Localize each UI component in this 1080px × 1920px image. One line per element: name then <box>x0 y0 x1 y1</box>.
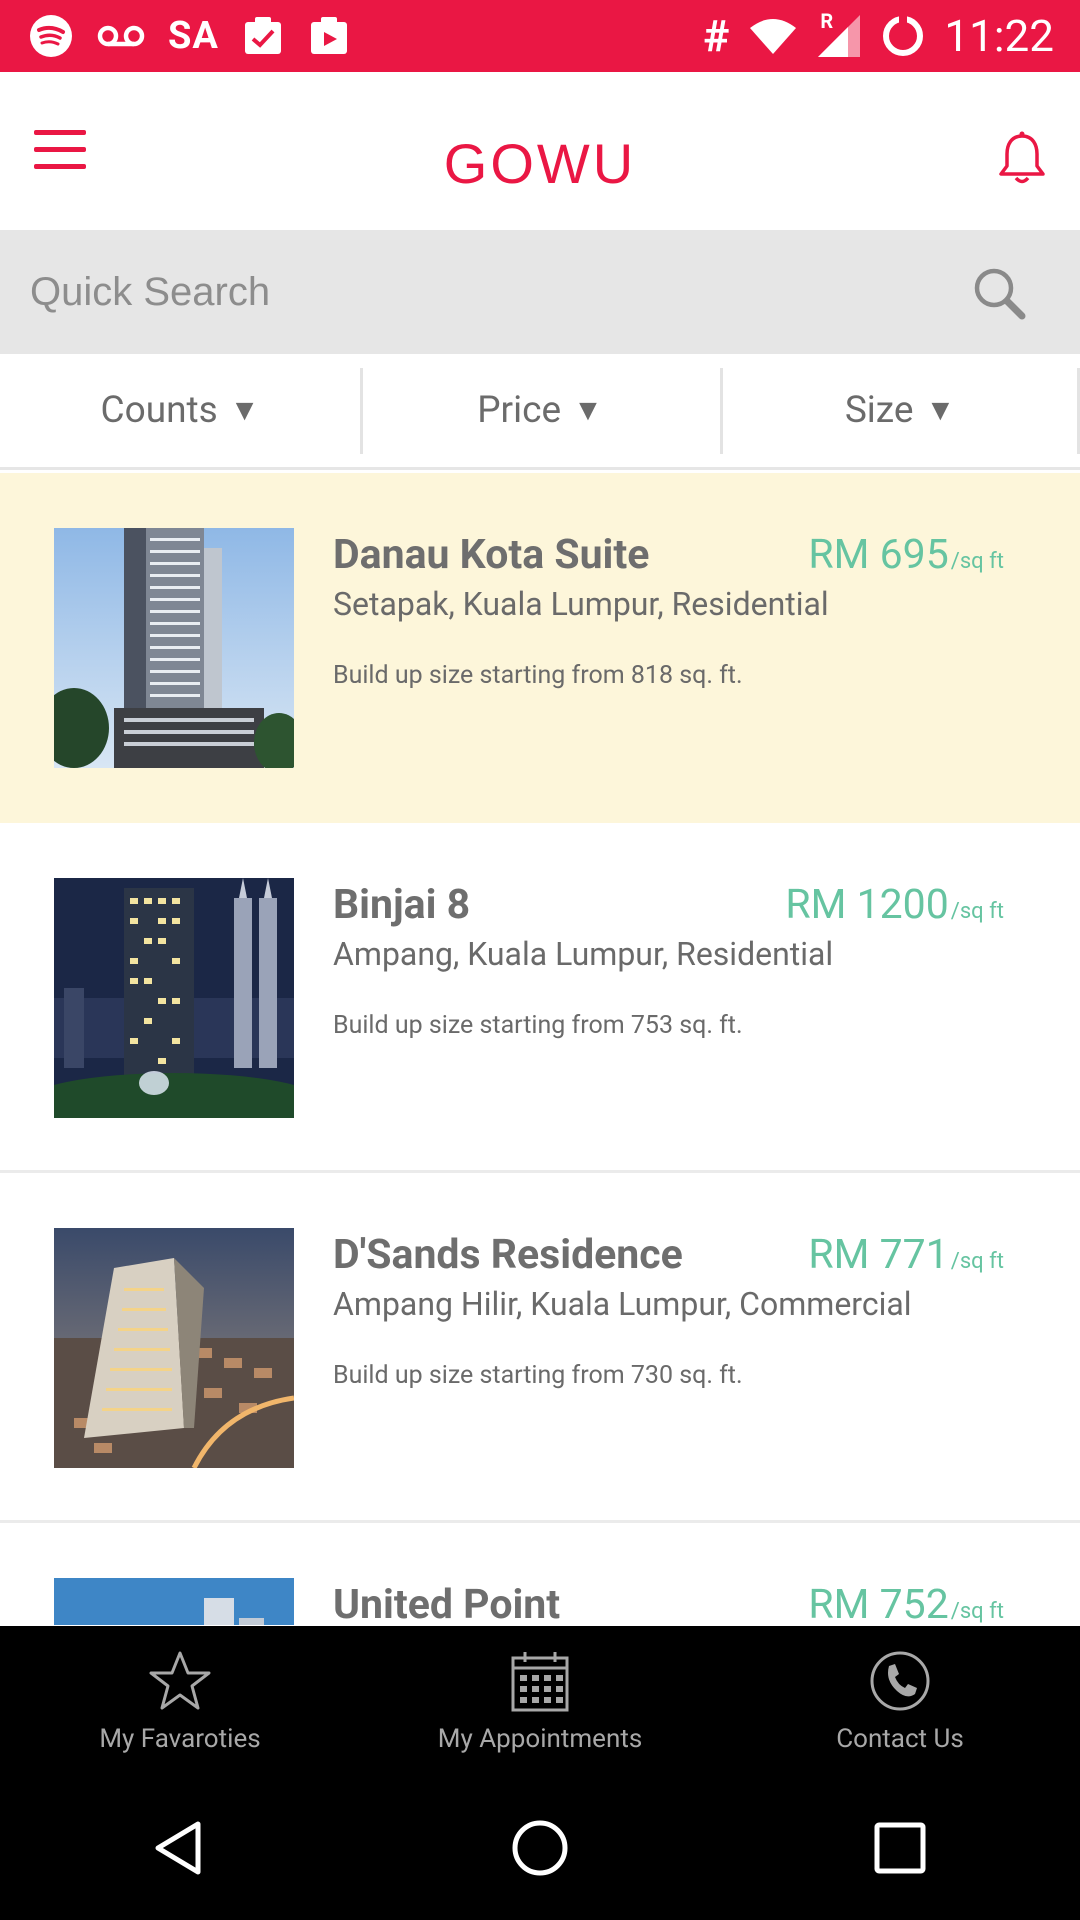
filter-size-button[interactable]: Size ▼ <box>720 354 1080 467</box>
property-card[interactable]: Binjai 8 RM 1200/sq ft Ampang, Kuala Lum… <box>0 823 1080 1173</box>
property-location: Ampang Hilir, Kuala Lumpur, Commercial <box>333 1285 912 1323</box>
status-bar: SA # R 11:22 <box>0 0 1080 72</box>
bottom-navigation: My Favaroties My Appointments Contact Us <box>0 1626 1080 1776</box>
property-thumbnail <box>54 1578 294 1625</box>
price-unit: /sq ft <box>950 899 1004 924</box>
app-bar: GOWU <box>0 72 1080 230</box>
search-input[interactable] <box>0 230 900 354</box>
property-name: D'Sands Residence <box>333 1231 683 1279</box>
filter-counts-button[interactable]: Counts ▼ <box>0 354 360 467</box>
hamburger-menu-icon[interactable] <box>34 130 86 170</box>
system-navigation-bar <box>0 1776 1080 1920</box>
property-size: Build up size starting from 818 sq. ft. <box>333 661 743 690</box>
voicemail-icon <box>96 21 146 51</box>
nav-label: Contact Us <box>836 1724 964 1754</box>
filter-price-button[interactable]: Price ▼ <box>360 354 720 467</box>
price-value: RM 695 <box>808 531 949 579</box>
property-size: Build up size starting from 730 sq. ft. <box>333 1361 743 1390</box>
search-icon[interactable] <box>972 266 1028 322</box>
star-icon <box>149 1651 211 1710</box>
calendar-icon <box>511 1652 569 1712</box>
hashtag-icon: # <box>703 10 731 62</box>
dropdown-arrow-icon: ▼ <box>229 393 260 428</box>
filter-label: Price <box>477 389 562 432</box>
filter-label: Size <box>844 389 914 432</box>
nav-favorites[interactable]: My Favaroties <box>0 1626 360 1776</box>
roaming-label: R <box>820 9 834 33</box>
property-card[interactable]: United Point RM 752/sq ft <box>0 1523 1080 1625</box>
property-price: RM 771/sq ft <box>808 1231 1004 1279</box>
clock: 11:22 <box>944 10 1054 62</box>
filter-bar: Counts ▼ Price ▼ Size ▼ <box>0 354 1080 470</box>
price-unit: /sq ft <box>950 1249 1004 1274</box>
carrier-label: SA <box>168 14 219 58</box>
recents-icon[interactable] <box>855 1803 945 1893</box>
bell-icon[interactable] <box>996 130 1048 186</box>
search-bar <box>0 230 1080 354</box>
price-unit: /sq ft <box>950 1599 1004 1624</box>
home-icon[interactable] <box>495 1803 585 1893</box>
back-icon[interactable] <box>135 1803 225 1893</box>
property-location: Setapak, Kuala Lumpur, Residential <box>333 585 829 623</box>
spotify-icon <box>28 13 74 59</box>
property-size: Build up size starting from 753 sq. ft. <box>333 1011 743 1040</box>
property-list: Danau Kota Suite RM 695/sq ft Setapak, K… <box>0 473 1080 1625</box>
property-thumbnail <box>54 1228 294 1468</box>
price-value: RM 752 <box>808 1581 949 1625</box>
filter-label: Counts <box>100 389 218 432</box>
nav-label: My Appointments <box>437 1724 643 1754</box>
clipboard-check-icon <box>241 14 285 58</box>
price-unit: /sq ft <box>950 549 1004 574</box>
price-value: RM 771 <box>808 1231 949 1279</box>
property-location: Ampang, Kuala Lumpur, Residential <box>333 935 834 973</box>
price-value: RM 1200 <box>785 881 949 929</box>
property-name: United Point <box>333 1581 561 1625</box>
property-card[interactable]: D'Sands Residence RM 771/sq ft Ampang Hi… <box>0 1173 1080 1523</box>
nav-label: My Favaroties <box>99 1724 261 1754</box>
app-title: GOWU <box>443 131 637 195</box>
video-clipboard-icon <box>307 14 351 58</box>
nav-appointments[interactable]: My Appointments <box>360 1626 720 1776</box>
property-name: Danau Kota Suite <box>333 531 650 579</box>
wifi-icon <box>748 16 798 56</box>
dropdown-arrow-icon: ▼ <box>925 393 956 428</box>
nav-contact[interactable]: Contact Us <box>720 1626 1080 1776</box>
property-card[interactable]: Danau Kota Suite RM 695/sq ft Setapak, K… <box>0 473 1080 823</box>
property-price: RM 752/sq ft <box>808 1581 1004 1625</box>
signal-roaming-icon: R <box>816 9 862 59</box>
property-thumbnail <box>54 878 294 1118</box>
dropdown-arrow-icon: ▼ <box>573 393 603 428</box>
property-thumbnail <box>54 528 294 768</box>
phone-icon <box>870 1651 930 1711</box>
property-name: Binjai 8 <box>333 881 471 929</box>
battery-saver-ring-icon <box>880 13 926 59</box>
property-price: RM 1200/sq ft <box>785 881 1004 929</box>
property-price: RM 695/sq ft <box>808 531 1004 579</box>
